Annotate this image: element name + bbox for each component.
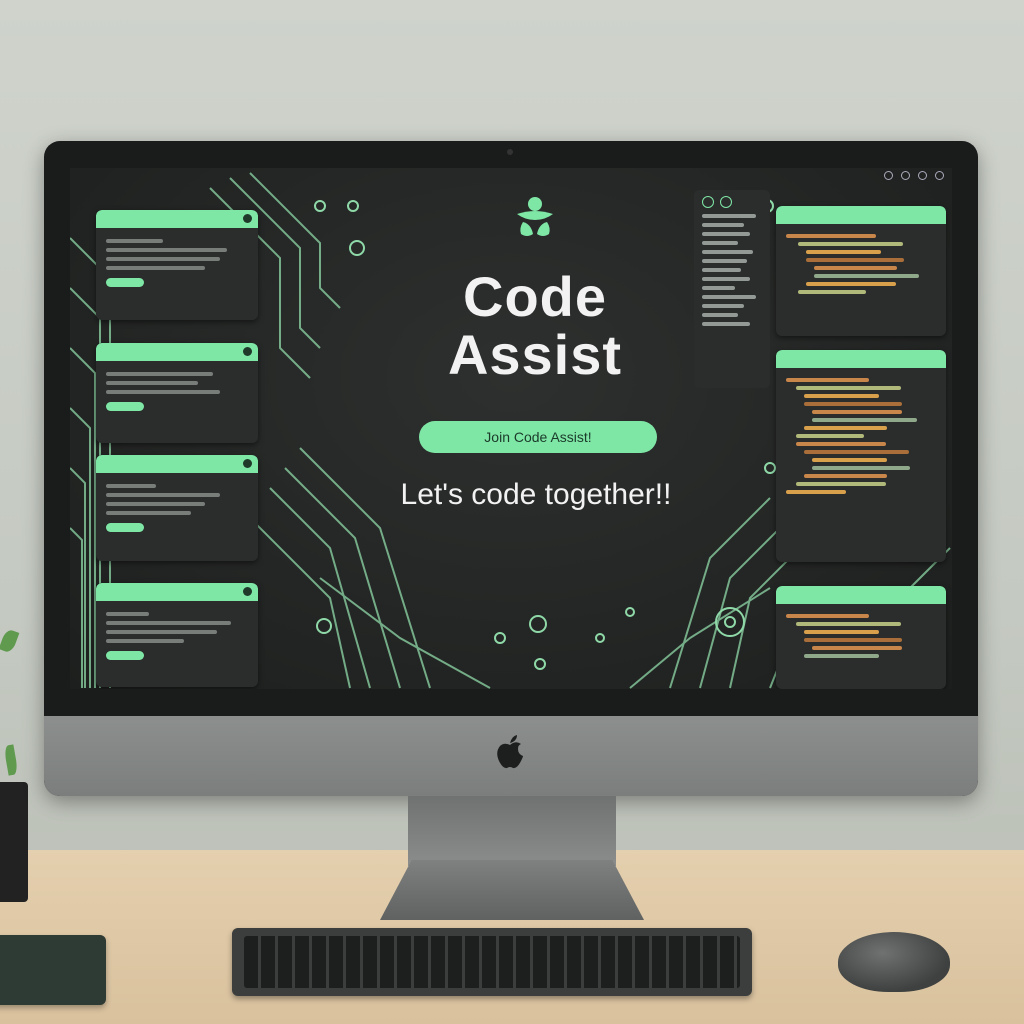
- status-icons: [884, 171, 944, 180]
- panel-header: [776, 206, 946, 224]
- title-line-2: Assist: [447, 323, 623, 386]
- plant-leaf: [3, 744, 19, 776]
- left-panel-4[interactable]: [96, 583, 258, 687]
- join-button[interactable]: Join Code Assist!: [419, 421, 657, 453]
- panel-status-icon: [243, 459, 252, 468]
- monitor-stand-neck: [408, 796, 616, 866]
- panel-header: [96, 210, 258, 228]
- status-icon[interactable]: [901, 171, 910, 180]
- panel-header: [96, 455, 258, 473]
- left-panel-1[interactable]: [96, 210, 258, 320]
- panel-button[interactable]: [106, 278, 144, 287]
- panel-header: [776, 350, 946, 368]
- plant-leaf: [0, 628, 20, 654]
- left-panel-3[interactable]: [96, 455, 258, 561]
- mouse: [838, 932, 950, 992]
- panel-button[interactable]: [106, 651, 144, 660]
- panel-button[interactable]: [106, 523, 144, 532]
- circle-icon[interactable]: [720, 196, 732, 208]
- right-code-panel-1[interactable]: [776, 206, 946, 336]
- status-icon[interactable]: [918, 171, 927, 180]
- camera: [507, 149, 513, 155]
- eye-icon[interactable]: [702, 196, 714, 208]
- brand-logo-icon: [517, 197, 553, 236]
- monitor-chin: [44, 716, 978, 796]
- notebook: [0, 935, 106, 1005]
- tagline: Let's code together!!: [400, 478, 672, 511]
- panel-header: [96, 343, 258, 361]
- right-code-panel-2[interactable]: [776, 350, 946, 562]
- keyboard: [232, 928, 752, 996]
- panel-status-icon: [243, 587, 252, 596]
- panel-header: [776, 586, 946, 604]
- screen: Code Assist Join Code Assist! Let's code…: [70, 168, 952, 689]
- status-icon[interactable]: [884, 171, 893, 180]
- page-title: Code Assist: [370, 268, 700, 384]
- right-code-panel-3[interactable]: [776, 586, 946, 689]
- monitor-stand-base: [380, 860, 644, 920]
- side-list-header: [702, 196, 762, 208]
- apple-logo-icon: [497, 735, 523, 769]
- left-panel-2[interactable]: [96, 343, 258, 443]
- panel-header: [96, 583, 258, 601]
- panel-button[interactable]: [106, 402, 144, 411]
- status-icon[interactable]: [935, 171, 944, 180]
- monitor: Code Assist Join Code Assist! Let's code…: [44, 141, 978, 796]
- panel-status-icon: [243, 347, 252, 356]
- side-list-panel[interactable]: [694, 190, 770, 388]
- keyboard-keys: [244, 936, 740, 988]
- title-line-1: Code: [463, 265, 607, 328]
- plant-pot: [0, 782, 28, 902]
- panel-status-icon: [243, 214, 252, 223]
